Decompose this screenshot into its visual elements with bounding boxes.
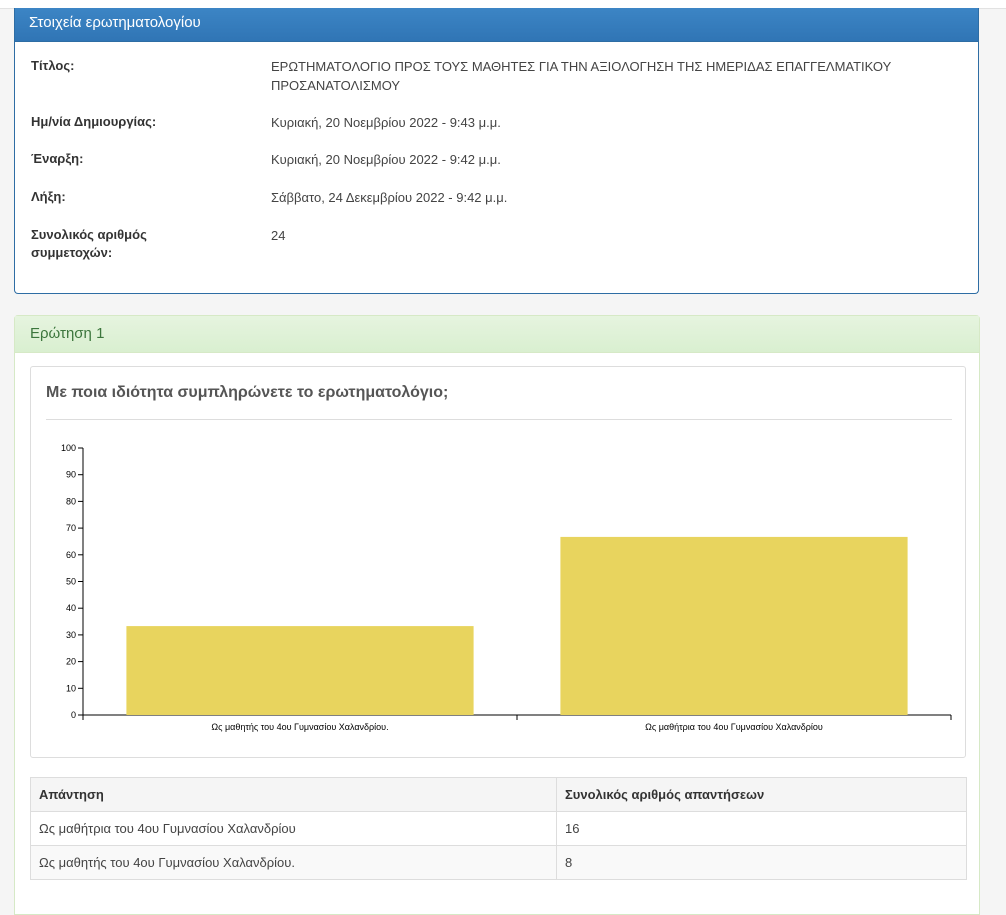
question-panel: Ερώτηση 1 Με ποια ιδιότητα συμπληρώνετε … (14, 315, 980, 915)
y-tick-label: 0 (71, 710, 76, 720)
answers-table: Απάντηση Συνολικός αριθμός απαντήσεων Ως… (30, 777, 967, 880)
info-value: Κυριακή, 20 Νοεμβρίου 2022 - 9:43 μ.μ. (271, 115, 501, 130)
questionnaire-info-panel: Στοιχεία ερωτηματολογίου Τίτλος: ΕΡΩΤΗΜΑ… (14, 8, 979, 294)
y-tick-label: 100 (61, 443, 76, 453)
question-text: Με ποια ιδιότητα συμπληρώνετε το ερωτημα… (46, 384, 449, 401)
info-label: Έναρξη: (31, 151, 84, 166)
bar (560, 536, 908, 715)
answer-cell: Ως μαθητής του 4ου Γυμνασίου Χαλανδρίου. (30, 845, 557, 880)
question-panel-heading: Ερώτηση 1 (15, 316, 979, 353)
y-tick-label: 50 (66, 577, 76, 587)
info-panel-heading: Στοιχεία ερωτηματολογίου (15, 8, 978, 42)
x-tick-label: Ως μαθητής του 4ου Γυμνασίου Χαλανδρίου. (211, 722, 388, 732)
info-label: Λήξη: (31, 189, 66, 204)
y-tick-label: 90 (66, 470, 76, 480)
count-cell: 16 (556, 811, 967, 846)
answer-column-header: Απάντηση (30, 777, 557, 812)
x-tick-label: Ως μαθήτρια του 4ου Γυμνασίου Χαλανδρίου (645, 722, 823, 732)
answer-cell: Ως μαθήτρια του 4ου Γυμνασίου Χαλανδρίου (30, 811, 557, 846)
table-header-row: Απάντηση Συνολικός αριθμός απαντήσεων (30, 777, 967, 812)
count-column-header: Συνολικός αριθμός απαντήσεων (556, 777, 967, 812)
info-value: Κυριακή, 20 Νοεμβρίου 2022 - 9:42 μ.μ. (271, 152, 501, 167)
y-tick-label: 60 (66, 550, 76, 560)
y-tick-label: 30 (66, 630, 76, 640)
info-label: Τίτλος: (31, 58, 75, 73)
info-label: Συνολικός αριθμός συμμετοχών: (31, 227, 147, 260)
info-label: Ημ/νία Δημιουργίας: (31, 114, 157, 129)
y-tick-label: 70 (66, 523, 76, 533)
y-tick-label: 40 (66, 603, 76, 613)
count-cell: 8 (556, 845, 967, 880)
table-row: Ως μαθήτρια του 4ου Γυμνασίου Χαλανδρίου… (30, 811, 967, 846)
chart-card: Με ποια ιδιότητα συμπληρώνετε το ερωτημα… (30, 366, 966, 758)
y-tick-label: 10 (66, 683, 76, 693)
info-value: 24 (271, 228, 286, 243)
divider (46, 419, 952, 420)
y-tick-label: 20 (66, 657, 76, 667)
bar-chart: 0 10 20 30 40 50 60 70 80 90 100 Ως μαθητής του 4ου… (61, 443, 952, 732)
info-value: ΕΡΩΤΗΜΑΤΟΛΟΓΙΟ ΠΡΟΣ ΤΟΥΣ ΜΑΘΗΤΕΣ ΓΙΑ ΤΗΝ… (271, 59, 892, 93)
y-tick-label: 80 (66, 496, 76, 506)
table-row: Ως μαθητής του 4ου Γυμνασίου Χαλανδρίου.… (30, 845, 967, 880)
info-value: Σάββατο, 24 Δεκεμβρίου 2022 - 9:42 μ.μ. (271, 190, 508, 205)
bar (126, 626, 474, 715)
